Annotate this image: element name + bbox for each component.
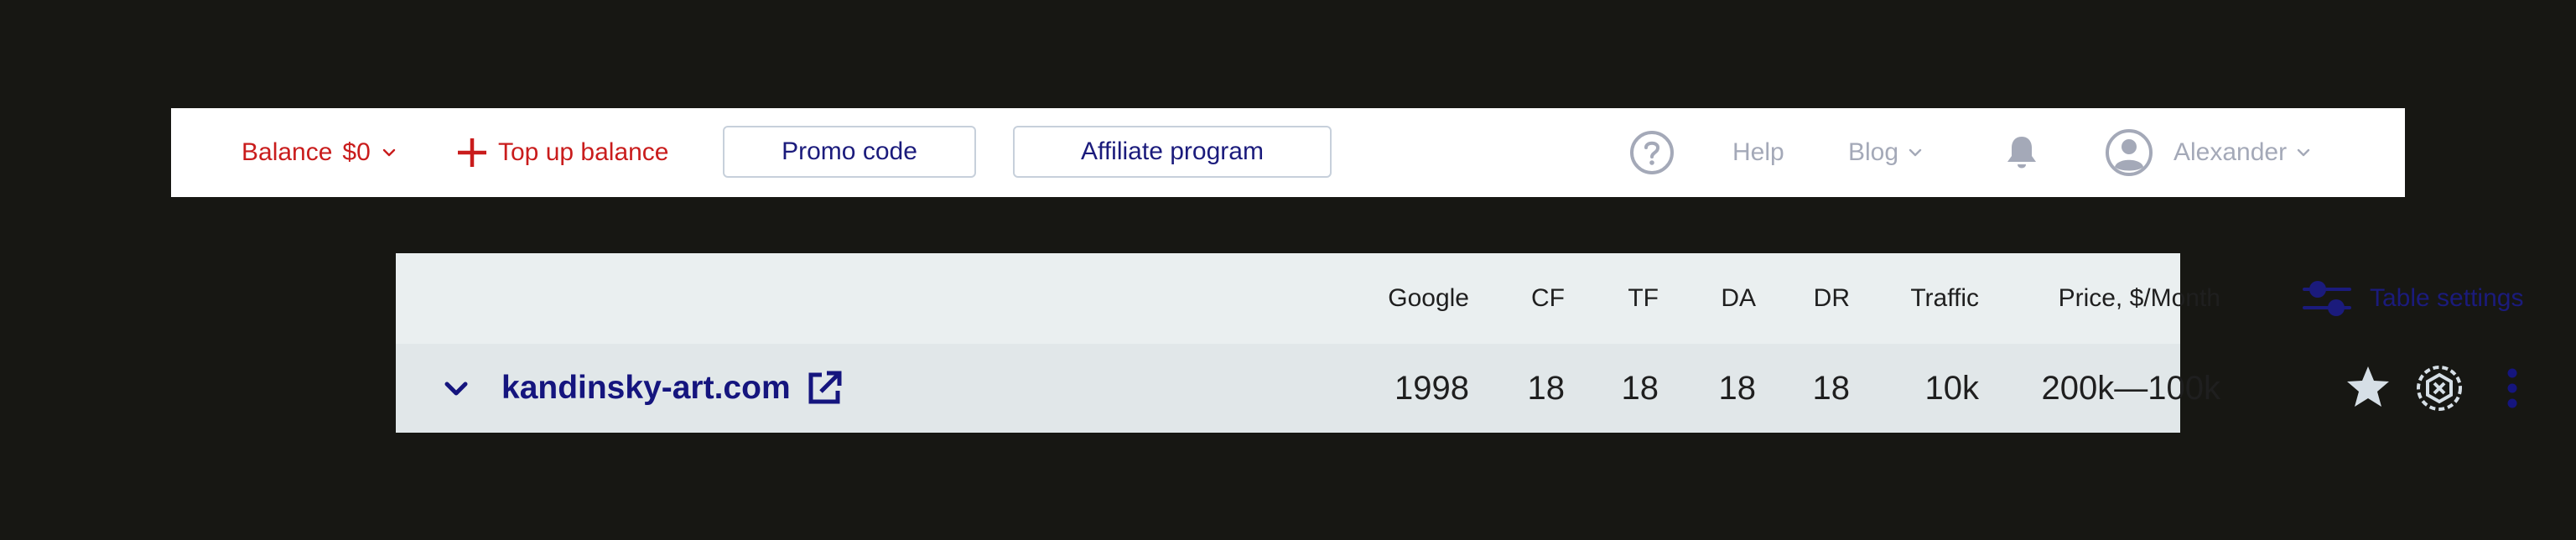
user-name: Alexander — [2174, 138, 2288, 166]
chevron-down-icon — [1909, 148, 1922, 157]
column-header-google[interactable]: Google — [1301, 253, 1469, 344]
user-avatar-icon[interactable] — [2105, 128, 2153, 177]
blog-label: Blog — [1848, 138, 1899, 166]
cell-cf: 18 — [1527, 369, 1566, 407]
cell-price: 200k—100k — [2041, 369, 2220, 407]
help-icon[interactable] — [1628, 129, 1675, 176]
balance-dropdown[interactable]: Balance $0 — [242, 108, 397, 197]
blog-dropdown[interactable]: Blog — [1848, 108, 1924, 197]
table-row: kandinsky-art.com 1998 18 18 18 18 10k 2… — [396, 344, 2517, 433]
sliders-icon — [2303, 281, 2351, 316]
column-header-tf[interactable]: TF — [1565, 253, 1659, 344]
chevron-down-icon — [382, 148, 395, 157]
column-header-da[interactable]: DA — [1659, 253, 1756, 344]
domain-name[interactable]: kandinsky-art.com — [501, 370, 791, 407]
chevron-down-icon — [2297, 148, 2310, 157]
table-settings-label: Table settings — [2370, 284, 2524, 312]
top-up-balance-label: Top up balance — [498, 138, 669, 166]
user-menu-dropdown[interactable]: Alexander — [2174, 108, 2312, 197]
plus-icon — [458, 138, 486, 167]
domain-cell: kandinsky-art.com — [439, 344, 843, 433]
cell-tf: 18 — [1621, 369, 1659, 407]
column-header-price[interactable]: Price, $/Month — [1979, 253, 2220, 344]
external-link-icon[interactable] — [806, 370, 843, 407]
cell-google: 1998 — [1394, 369, 1469, 407]
badge-icon[interactable] — [2415, 364, 2464, 413]
table-settings-button[interactable]: Table settings — [2303, 253, 2523, 344]
balance-label: Balance — [242, 138, 333, 166]
affiliate-program-button[interactable]: Affiliate program — [1013, 126, 1332, 178]
chevron-down-icon[interactable] — [439, 371, 473, 405]
cell-traffic: 10k — [1924, 369, 1980, 407]
help-link[interactable]: Help — [1732, 108, 1784, 197]
balance-value: $0 — [342, 138, 371, 166]
column-header-dr[interactable]: DR — [1756, 253, 1850, 344]
star-icon[interactable] — [2345, 364, 2392, 411]
sites-table: Google CF TF DA DR Traffic Price, $/Mont… — [396, 253, 2523, 433]
column-header-cf[interactable]: CF — [1469, 253, 1565, 344]
table-header-row: Google CF TF DA DR Traffic Price, $/Mont… — [396, 253, 2523, 344]
top-navigation-bar: Balance $0 Top up balance Promo code Aff… — [171, 108, 2405, 197]
more-vertical-icon[interactable] — [2492, 367, 2532, 409]
cell-dr: 18 — [1812, 369, 1851, 407]
top-up-balance-link[interactable]: Top up balance — [458, 108, 669, 197]
promo-code-button[interactable]: Promo code — [723, 126, 976, 178]
column-header-traffic[interactable]: Traffic — [1850, 253, 1979, 344]
cell-da: 18 — [1718, 369, 1757, 407]
bell-icon[interactable] — [2002, 133, 2041, 172]
